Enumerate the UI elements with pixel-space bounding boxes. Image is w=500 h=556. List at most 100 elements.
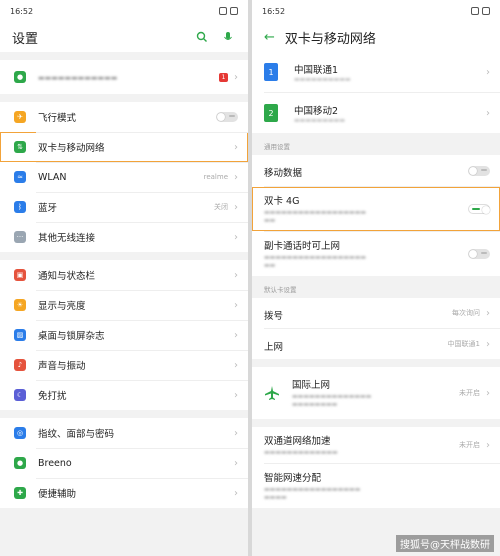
chevron-right-icon: › bbox=[234, 171, 238, 183]
chevron-right-icon: › bbox=[234, 389, 238, 401]
chevron-right-icon: › bbox=[486, 439, 490, 451]
sound-icon: ♪ bbox=[14, 359, 26, 371]
general-group: 移动数据 双卡 4G ▬▬▬▬▬▬▬▬▬▬▬▬▬▬▬▬▬▬ ▬▬ 副卡通话时可上网… bbox=[252, 155, 500, 276]
row-dual-sim[interactable]: ⇅ 双卡与移动网络 › bbox=[0, 132, 248, 162]
row-internet[interactable]: 上网 中国联通1 › bbox=[252, 329, 500, 359]
row-label: 双卡与移动网络 bbox=[38, 143, 105, 154]
row-label: 显示与亮度 bbox=[38, 301, 86, 312]
search-icon[interactable] bbox=[194, 29, 210, 45]
row-description: ▬▬▬▬▬▬▬▬▬▬▬▬▬▬▬▬▬ ▬▬▬▬ bbox=[264, 486, 361, 501]
chevron-right-icon: › bbox=[234, 71, 238, 83]
row-display[interactable]: ☀ 显示与亮度 › bbox=[0, 290, 248, 320]
chevron-right-icon: › bbox=[234, 269, 238, 281]
row-label: 副卡通话时可上网 bbox=[264, 241, 341, 252]
acceleration-group: 双通道网络加速 ▬▬▬▬▬▬▬▬▬▬▬▬▬ 未开启 › 智能网速分配 ▬▬▬▬▬… bbox=[252, 427, 500, 508]
airplane-icon bbox=[264, 385, 280, 401]
accessibility-icon: ✚ bbox=[14, 487, 26, 499]
row-value: 未开启 bbox=[459, 389, 480, 397]
chevron-right-icon: › bbox=[234, 427, 238, 439]
row-label: 飞行模式 bbox=[38, 113, 77, 124]
row-accessibility[interactable]: ✚ 便捷辅助 › bbox=[0, 478, 248, 508]
row-dnd[interactable]: ☾ 免打扰 › bbox=[0, 380, 248, 410]
chevron-right-icon: › bbox=[234, 329, 238, 341]
sim-card-icon: 2 bbox=[264, 104, 278, 122]
section-default-title: 默认卡设置 bbox=[264, 286, 297, 294]
row-sub-sim-data[interactable]: 副卡通话时可上网 ▬▬▬▬▬▬▬▬▬▬▬▬▬▬▬▬▬▬ ▬▬ bbox=[252, 232, 500, 276]
row-label: 拨号 bbox=[264, 310, 284, 322]
row-label: 双通道网络加速 bbox=[264, 436, 331, 447]
notification-badge: 1 bbox=[219, 72, 228, 82]
row-roaming[interactable]: 国际上网 ▬▬▬▬▬▬▬▬▬▬▬▬▬▬ ▬▬▬▬▬▬▬▬ 未开启 › bbox=[252, 367, 500, 419]
row-dual-4g[interactable]: 双卡 4G ▬▬▬▬▬▬▬▬▬▬▬▬▬▬▬▬▬▬ ▬▬ bbox=[252, 187, 500, 231]
microphone-icon[interactable] bbox=[220, 29, 236, 45]
row-dual-channel[interactable]: 双通道网络加速 ▬▬▬▬▬▬▬▬▬▬▬▬▬ 未开启 › bbox=[252, 427, 500, 463]
security-group: ◎ 指纹、面部与密码 › ● Breeno › ✚ 便捷辅助 › bbox=[0, 418, 248, 508]
row-value: 中国联通1 bbox=[447, 340, 480, 348]
fingerprint-icon: ◎ bbox=[14, 427, 26, 439]
sim-row-2[interactable]: 2 中国移动2 ▬▬▬▬▬▬▬▬▬ › bbox=[252, 93, 500, 133]
row-description: ▬▬▬▬▬▬▬▬▬▬▬▬▬▬▬▬▬▬ ▬▬ bbox=[264, 209, 367, 224]
row-label: 桌面与锁屏杂志 bbox=[38, 331, 105, 342]
chevron-right-icon: › bbox=[234, 201, 238, 213]
row-label: 移动数据 bbox=[264, 168, 303, 179]
status-bar: 16:52 bbox=[0, 0, 248, 22]
sim-row-1[interactable]: 1 中国联通1 ▬▬▬▬▬▬▬▬▬▬ › bbox=[252, 52, 500, 92]
section-general-title: 通用设置 bbox=[264, 143, 290, 151]
chevron-right-icon: › bbox=[234, 231, 238, 243]
row-label: 免打扰 bbox=[38, 391, 67, 402]
brightness-icon: ☀ bbox=[14, 299, 26, 311]
row-other-wireless[interactable]: ··· 其他无线连接 › bbox=[0, 222, 248, 252]
row-smart-switch[interactable]: 智能网速分配 ▬▬▬▬▬▬▬▬▬▬▬▬▬▬▬▬▬ ▬▬▬▬ bbox=[252, 464, 500, 508]
battery-icon bbox=[230, 7, 238, 15]
battery-icon bbox=[482, 7, 490, 15]
row-wlan[interactable]: ≈ WLAN realme › bbox=[0, 162, 248, 192]
roaming-group: 国际上网 ▬▬▬▬▬▬▬▬▬▬▬▬▬▬ ▬▬▬▬▬▬▬▬ 未开启 › bbox=[252, 367, 500, 419]
row-label: WLAN bbox=[38, 171, 67, 183]
airplane-icon: ✈ bbox=[14, 111, 26, 123]
notification-card-row[interactable]: ● ▬▬▬▬▬▬▬▬▬▬▬▬ 1 › bbox=[0, 60, 248, 94]
row-label: 便捷辅助 bbox=[38, 489, 77, 500]
page-title: 双卡与移动网络 bbox=[284, 31, 376, 47]
mobile-data-toggle[interactable] bbox=[468, 165, 490, 176]
chevron-right-icon: › bbox=[234, 457, 238, 469]
row-label: 智能网速分配 bbox=[264, 473, 322, 484]
notification-icon: ▣ bbox=[14, 269, 26, 281]
dual-sim-screen: 16:52 ← 双卡与移动网络 1 中国联通1 ▬▬▬▬▬▬▬▬▬▬ › 2 中… bbox=[252, 0, 500, 556]
alarm-icon bbox=[471, 7, 479, 15]
display-group: ▣ 通知与状态栏 › ☀ 显示与亮度 › ▨ 桌面与锁屏杂志 › ♪ 声音与振动… bbox=[0, 260, 248, 410]
breeno-icon: ● bbox=[14, 457, 26, 469]
sim-group: 1 中国联通1 ▬▬▬▬▬▬▬▬▬▬ › 2 中国移动2 ▬▬▬▬▬▬▬▬▬ › bbox=[252, 52, 500, 133]
row-label: Breeno bbox=[38, 457, 72, 469]
row-label: 国际上网 bbox=[292, 380, 331, 391]
row-airplane[interactable]: ✈ 飞行模式 bbox=[0, 102, 248, 132]
row-sound[interactable]: ♪ 声音与振动 › bbox=[0, 350, 248, 380]
status-time: 16:52 bbox=[262, 6, 286, 16]
row-label: 通知与状态栏 bbox=[38, 271, 96, 282]
row-fingerprint[interactable]: ◎ 指纹、面部与密码 › bbox=[0, 418, 248, 448]
row-label: 上网 bbox=[264, 341, 284, 353]
status-time: 16:52 bbox=[10, 6, 34, 16]
row-wallpaper[interactable]: ▨ 桌面与锁屏杂志 › bbox=[0, 320, 248, 350]
chevron-right-icon: › bbox=[486, 338, 490, 350]
row-value: 未开启 bbox=[459, 441, 480, 449]
chevron-right-icon: › bbox=[234, 299, 238, 311]
page-title: 设置 bbox=[12, 31, 39, 47]
sim-name: 中国联通1 bbox=[294, 64, 339, 76]
account-group: ● ▬▬▬▬▬▬▬▬▬▬▬▬ 1 › bbox=[0, 60, 248, 94]
sub-sim-toggle[interactable] bbox=[468, 249, 490, 259]
row-breeno[interactable]: ● Breeno › bbox=[0, 448, 248, 478]
row-label: 其他无线连接 bbox=[38, 233, 96, 244]
airplane-toggle[interactable] bbox=[216, 112, 238, 122]
row-notification[interactable]: ▣ 通知与状态栏 › bbox=[0, 260, 248, 290]
row-mobile-data[interactable]: 移动数据 bbox=[252, 155, 500, 186]
row-value: 关闭 bbox=[214, 203, 228, 211]
chevron-right-icon: › bbox=[486, 107, 490, 119]
row-label: 指纹、面部与密码 bbox=[38, 429, 115, 440]
row-bluetooth[interactable]: ᛒ 蓝牙 关闭 › bbox=[0, 192, 248, 222]
chevron-right-icon: › bbox=[486, 66, 490, 78]
settings-header: 设置 bbox=[0, 22, 248, 52]
dual-4g-toggle[interactable] bbox=[468, 204, 490, 214]
back-arrow-icon[interactable]: ← bbox=[264, 30, 275, 45]
status-bar: 16:52 bbox=[252, 0, 500, 22]
row-call[interactable]: 拨号 每次询问 › bbox=[252, 298, 500, 328]
